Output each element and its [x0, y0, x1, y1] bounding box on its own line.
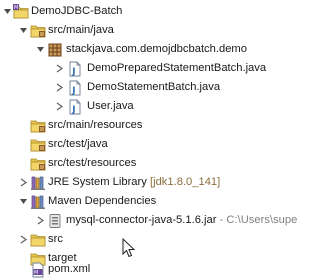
tree-item-src-main-resources[interactable]: src/main/resources — [0, 116, 300, 135]
chevron-down-icon[interactable] — [36, 45, 45, 54]
tree-item-java-file[interactable]: J DemoStatementBatch.java — [0, 78, 300, 97]
tree-item-label: src — [48, 233, 63, 245]
chevron-down-icon[interactable] — [19, 197, 28, 206]
svg-text:M: M — [14, 5, 18, 11]
jre-decoration: [jdk1.8.0_141] — [149, 176, 221, 188]
tree-item-label: src/main/resources — [48, 119, 143, 131]
tree-item-jar[interactable]: mysql-connector-java-5.1.6.jar - C:\User… — [0, 211, 300, 230]
tree-item-src-test-resources[interactable]: src/test/resources — [0, 154, 300, 173]
tree-item-label: DemoPreparedStatementBatch.java — [87, 62, 267, 74]
tree-item-package[interactable]: stackjava.com.demojdbcbatch.demo — [0, 40, 300, 59]
source-folder-icon — [30, 156, 46, 172]
tree-item-src[interactable]: src — [0, 230, 300, 249]
maven-project-icon: M — [13, 4, 29, 20]
tree-item-src-main-java[interactable]: src/main/java — [0, 21, 300, 40]
svg-text:M: M — [34, 270, 38, 276]
chevron-right-icon[interactable] — [19, 178, 28, 187]
package-icon — [47, 42, 63, 58]
tree-item-label: pom.xml — [48, 263, 91, 275]
jre-label: JRE System Library — [48, 176, 147, 188]
java-file-icon: J — [67, 99, 83, 115]
tree-item-jre-library[interactable]: JRE System Library [jdk1.8.0_141] — [0, 173, 300, 192]
chevron-down-icon[interactable] — [19, 26, 28, 35]
tree-item-label: DemoStatementBatch.java — [87, 81, 221, 93]
chevron-right-icon[interactable] — [19, 235, 28, 244]
tree-item-label: Maven Dependencies — [48, 195, 157, 207]
tree-item-label: User.java — [87, 100, 134, 112]
chevron-down-icon[interactable] — [3, 7, 12, 16]
source-folder-icon — [30, 118, 46, 134]
source-folder-icon — [30, 137, 46, 153]
xml-file-icon: M — [30, 262, 46, 278]
tree-item-label: mysql-connector-java-5.1.6.jar - C:\User… — [66, 213, 297, 228]
svg-text:J: J — [71, 86, 75, 96]
svg-text:J: J — [71, 67, 75, 77]
tree-item-pom[interactable]: M pom.xml — [0, 260, 300, 279]
tree-item-java-file[interactable]: J User.java — [0, 97, 300, 116]
library-icon — [30, 175, 46, 191]
jar-decoration: - C:\Users\supe — [219, 214, 298, 226]
tree-item-maven-dependencies[interactable]: Maven Dependencies — [0, 192, 300, 211]
chevron-right-icon[interactable] — [55, 102, 64, 111]
jar-icon — [47, 213, 63, 229]
library-icon — [30, 194, 46, 210]
tree-item-label: src/test/resources — [48, 157, 137, 169]
tree-item-java-file[interactable]: J DemoPreparedStatementBatch.java — [0, 59, 300, 78]
svg-text:J: J — [71, 105, 75, 115]
tree-item-label: DemoJDBC-Batch — [31, 5, 123, 17]
chevron-right-icon[interactable] — [55, 83, 64, 92]
tree-item-label: stackjava.com.demojdbcbatch.demo — [66, 43, 247, 55]
tree-item-label: src/test/java — [48, 138, 108, 150]
mouse-pointer-icon — [122, 238, 136, 258]
jar-label: mysql-connector-java-5.1.6.jar — [66, 214, 217, 226]
tree-item-label: src/main/java — [48, 24, 114, 36]
java-file-icon: J — [67, 80, 83, 96]
chevron-right-icon[interactable] — [55, 64, 64, 73]
tree-item-label: JRE System Library [jdk1.8.0_141] — [48, 175, 220, 190]
java-file-icon: J — [67, 61, 83, 77]
source-folder-icon — [30, 23, 46, 39]
folder-icon — [30, 232, 46, 248]
chevron-right-icon[interactable] — [36, 216, 45, 225]
tree-item-src-test-java[interactable]: src/test/java — [0, 135, 300, 154]
tree-item-project[interactable]: M DemoJDBC-Batch — [0, 2, 300, 21]
